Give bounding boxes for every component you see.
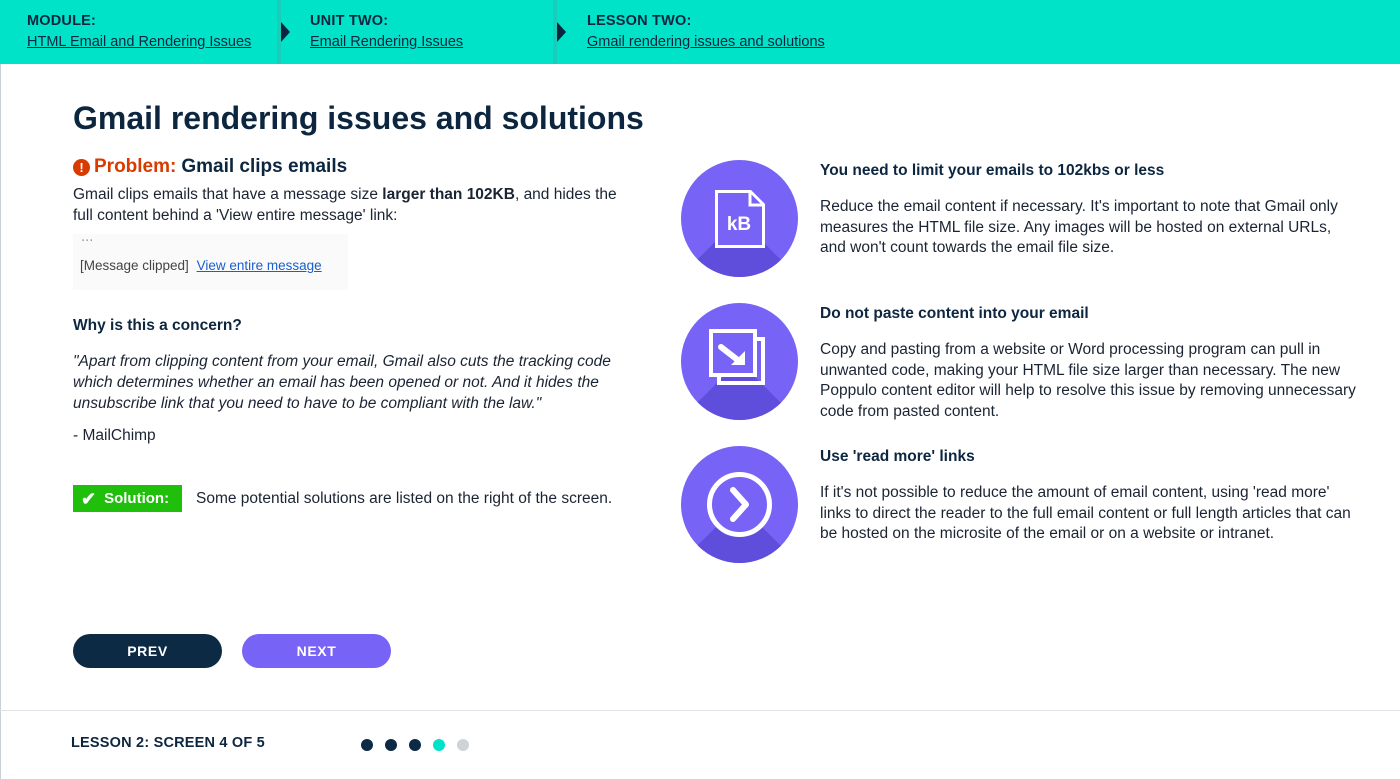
problem-title: Gmail clips emails [181, 156, 348, 177]
clipped-message-example: ... [Message clipped] View entire messag… [73, 230, 348, 290]
breadcrumb-lesson-link[interactable]: Gmail rendering issues and solutions [587, 34, 825, 50]
clipped-line: [Message clipped] View entire message [80, 258, 322, 273]
feature-text: If it's not possible to reduce the amoun… [820, 484, 1351, 542]
breadcrumb: MODULE: HTML Email and Rendering Issues … [0, 0, 1400, 64]
problem-label: Problem: [94, 156, 177, 177]
feature-heading: Do not paste content into your email [820, 305, 1089, 322]
breadcrumb-lesson-label: LESSON TWO: [587, 13, 692, 29]
breadcrumb-unit-link[interactable]: Email Rendering Issues [310, 34, 463, 50]
ellipsis-text: ... [81, 230, 94, 245]
kb-text: kB [727, 214, 751, 235]
concern-quote: "Apart from clipping content from your e… [73, 353, 611, 412]
view-entire-message-link[interactable]: View entire message [197, 258, 322, 273]
solution-badge: ✔ Solution: [73, 485, 182, 512]
solution-label: Solution: [104, 490, 170, 507]
feature-text: Copy and pasting from a website or Word … [820, 341, 1356, 420]
solution-row: ✔ Solution: Some potential solutions are… [73, 485, 612, 512]
exclamation-circle-icon: ! [73, 158, 90, 176]
progress-dot[interactable] [457, 739, 469, 751]
footer-divider [0, 710, 1400, 711]
chevron-right-icon [557, 22, 566, 42]
feature-text: Reduce the email content if necessary. I… [820, 198, 1338, 256]
left-border [0, 64, 1, 779]
breadcrumb-unit: UNIT TWO: Email Rendering Issues [310, 0, 463, 64]
breadcrumb-module-label: MODULE: [27, 13, 97, 29]
progress-dot[interactable] [385, 739, 397, 751]
paste-arrow-icon [681, 303, 798, 420]
breadcrumb-unit-label: UNIT TWO: [310, 13, 389, 29]
breadcrumb-lesson: LESSON TWO: Gmail rendering issues and s… [587, 0, 825, 64]
concern-heading: Why is this a concern? [73, 317, 242, 334]
feature-heading: You need to limit your emails to 102kbs … [820, 162, 1165, 179]
chevron-right-icon [281, 22, 290, 42]
problem-heading: ! Problem: Gmail clips emails [73, 156, 347, 178]
file-kb-icon: kB [681, 160, 798, 277]
problem-text-bold: larger than 102KB [382, 186, 515, 203]
feature-heading: Use 'read more' links [820, 448, 975, 465]
problem-text: Gmail clips emails that have a message s… [73, 186, 383, 203]
progress-dot[interactable] [409, 739, 421, 751]
clipped-label: [Message clipped] [80, 258, 189, 273]
progress-dots [361, 739, 481, 751]
progress-dot-current[interactable] [433, 739, 445, 751]
page-title: Gmail rendering issues and solutions [73, 100, 644, 136]
screen-progress-label: LESSON 2: SCREEN 4 OF 5 [71, 735, 265, 751]
checkmark-icon: ✔ [81, 488, 97, 509]
breadcrumb-module: MODULE: HTML Email and Rendering Issues [27, 0, 251, 64]
breadcrumb-module-link[interactable]: HTML Email and Rendering Issues [27, 34, 251, 50]
solution-text: Some potential solutions are listed on t… [196, 489, 613, 507]
prev-button[interactable]: PREV [73, 634, 222, 668]
next-button[interactable]: NEXT [242, 634, 391, 668]
chevron-right-circle-icon [681, 446, 798, 563]
progress-dot[interactable] [361, 739, 373, 751]
quote-attribution: - MailChimp [73, 427, 156, 444]
problem-description: Gmail clips emails that have a message s… [73, 184, 633, 226]
